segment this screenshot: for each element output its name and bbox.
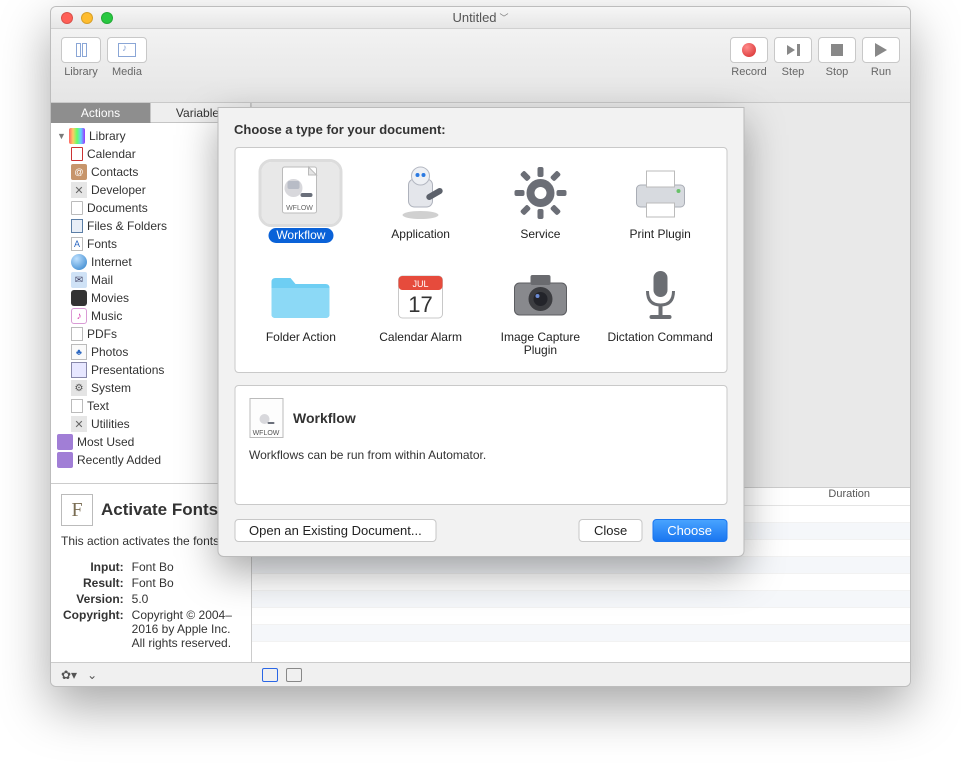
service-icon [510,163,570,223]
type-workflow[interactable]: WFLOW Workflow [241,158,361,247]
open-existing-button[interactable]: Open an Existing Document... [234,519,437,542]
close-button[interactable]: Close [579,519,642,542]
document-type-sheet: Choose a type for your document: [217,107,744,557]
sheet-button-row: Open an Existing Document... Close Choos… [234,519,727,542]
svg-text:JUL: JUL [413,279,429,289]
type-dictation-command[interactable]: Dictation Command [600,261,720,361]
workflow-mini-icon: WFLOW [249,398,283,438]
type-print-plugin[interactable]: Print Plugin [600,158,720,247]
microphone-icon [635,267,685,325]
svg-text:17: 17 [408,292,432,317]
type-description-panel: WFLOW Workflow Workflows can be run from… [234,385,727,505]
desc-title: Workflow [293,410,356,426]
type-folder-action[interactable]: Folder Action [241,261,361,361]
type-calendar-alarm[interactable]: JUL 17 Calendar Alarm [361,261,481,361]
type-application[interactable]: Application [361,158,481,247]
folder-icon [266,268,336,324]
camera-icon [508,271,572,321]
printer-icon [628,165,692,221]
document-type-grid: WFLOW Workflow [234,147,727,373]
calendar-icon: JUL 17 [393,268,449,324]
sheet-prompt: Choose a type for your document: [234,122,727,137]
workflow-icon: WFLOW [271,163,331,223]
automator-window: Untitled﹀ Library Media Record Step Stop… [50,6,911,687]
type-service[interactable]: Service [481,158,601,247]
choose-button[interactable]: Choose [652,519,727,542]
svg-text:WFLOW: WFLOW [286,205,313,212]
application-icon [391,163,451,223]
desc-body: Workflows can be run from within Automat… [249,448,712,462]
type-image-capture-plugin[interactable]: Image Capture Plugin [481,261,601,361]
